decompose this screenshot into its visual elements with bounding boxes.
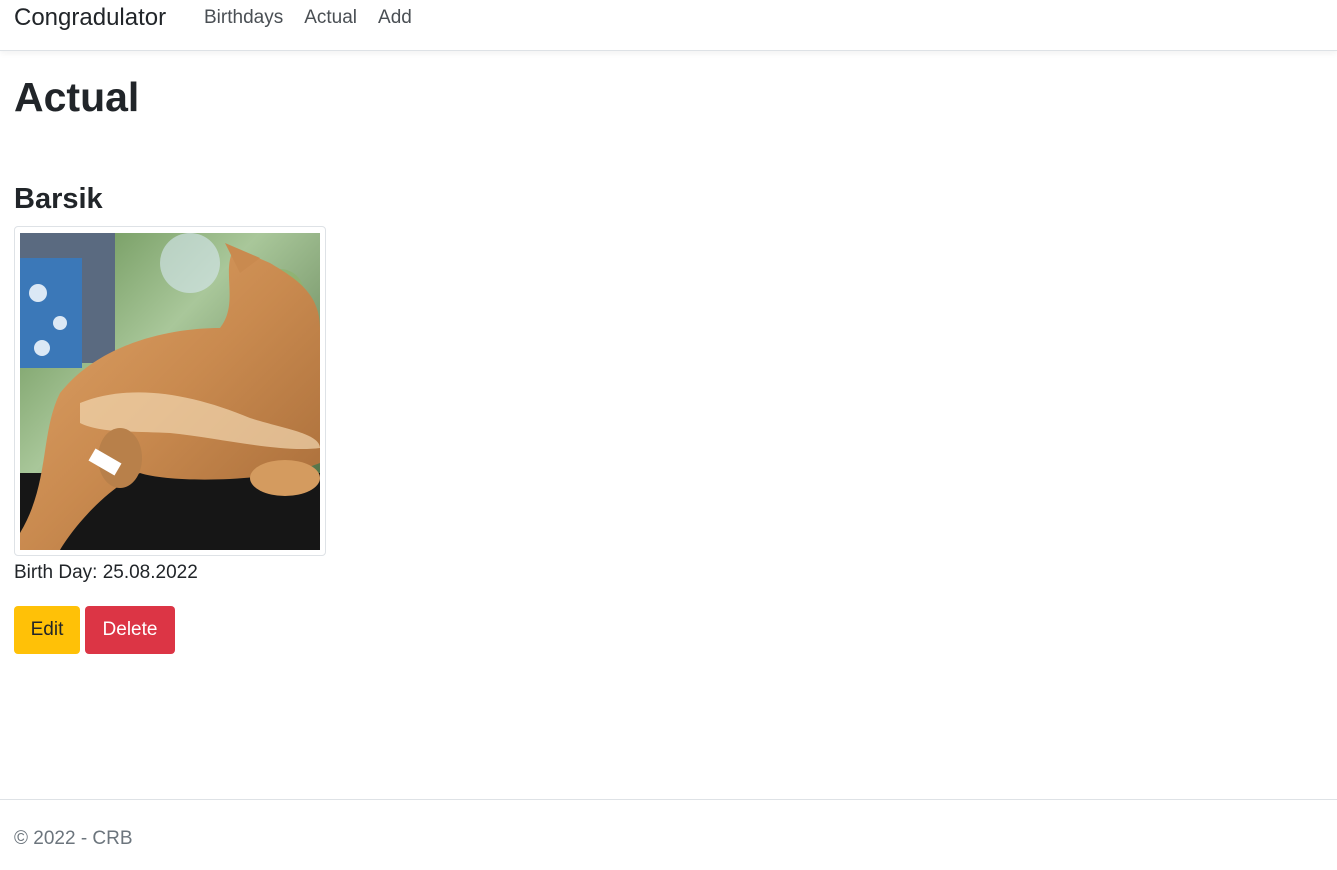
footer-copyright: © 2022 - CRB [14,828,133,849]
nav-link-birthdays[interactable]: Birthdays [204,6,283,30]
birth-day-text: Birth Day: 25.08.2022 [14,562,198,583]
top-navbar: Congradulator Birthdays Actual Add [0,0,1337,51]
pet-name: Barsik [14,183,103,215]
nav-link-add[interactable]: Add [378,6,412,30]
brand-link[interactable]: Congradulator [14,4,166,32]
page-title: Actual [14,74,140,120]
delete-button[interactable]: Delete [85,606,175,654]
footer: © 2022 - CRB [0,799,1337,870]
pet-photo-frame [14,226,326,556]
pet-photo [20,233,320,550]
edit-button[interactable]: Edit [14,606,80,654]
nav-link-actual[interactable]: Actual [304,6,357,30]
nav-links: Birthdays Actual Add [204,6,412,30]
